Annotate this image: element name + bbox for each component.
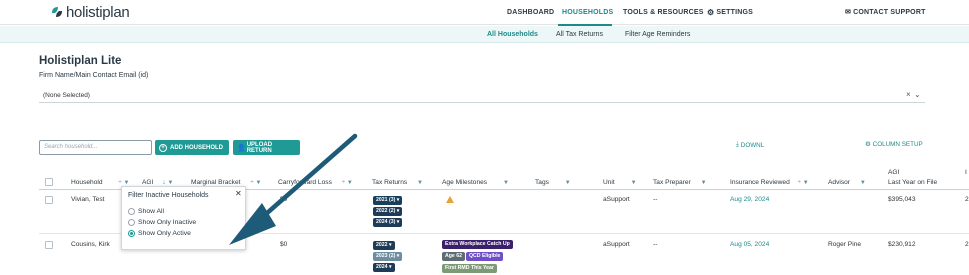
annotation-arrow bbox=[229, 133, 358, 245]
